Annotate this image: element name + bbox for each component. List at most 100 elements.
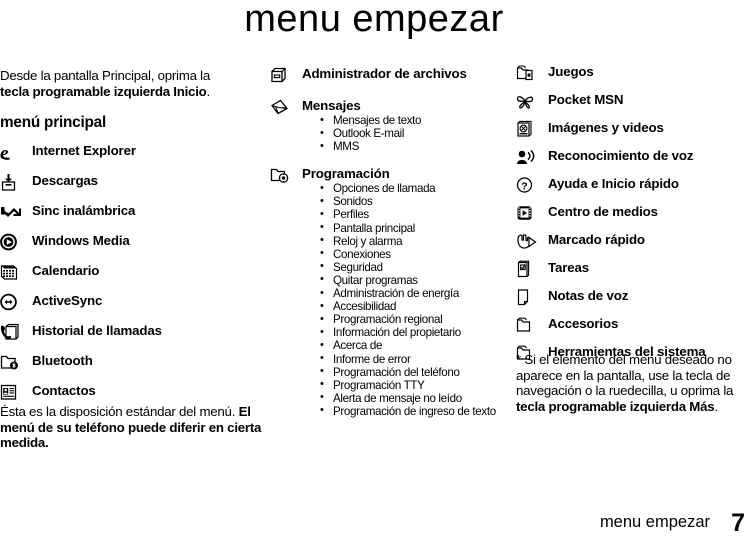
menu-item-label: Pocket MSN bbox=[548, 92, 624, 107]
intro-text-plain: Desde la pantalla Principal, oprima la bbox=[0, 68, 211, 83]
menu-item-mensajes[interactable]: Mensajes Mensajes de texto Outlook E-mai… bbox=[270, 98, 505, 153]
submenu-item[interactable]: Alerta de mensaje no leído bbox=[320, 391, 505, 405]
menu-item-label: Reconocimiento de voz bbox=[548, 148, 694, 163]
menu-item-body: Pocket MSN bbox=[548, 92, 748, 107]
submenu-item[interactable]: Quitar programas bbox=[320, 273, 505, 287]
submenu-item[interactable]: Sonidos bbox=[320, 195, 505, 209]
menu-item-internet-explorer[interactable]: e Internet Explorer bbox=[0, 143, 262, 162]
centro-de-medios-film-icon bbox=[516, 204, 538, 223]
menu-item-contactos[interactable]: Contactos bbox=[0, 383, 262, 402]
menu-item-label: Mensajes bbox=[302, 98, 361, 113]
footer-page-number: 7 bbox=[731, 509, 745, 537]
menu-item-body: Administrador de archivos bbox=[302, 66, 505, 81]
menu-item-programacion[interactable]: Programación Opciones de llamada Sonidos… bbox=[270, 166, 505, 418]
menu-item-accesorios[interactable]: Accesorios bbox=[516, 316, 748, 335]
menu-item-label: Juegos bbox=[548, 64, 594, 79]
menu-item-label: Internet Explorer bbox=[32, 143, 136, 159]
submenu-list-mensajes: Mensajes de texto Outlook E-mail MMS bbox=[320, 113, 505, 154]
closing-left-plain: Ésta es la disposición estándar del menú… bbox=[0, 404, 239, 419]
ayuda-question-icon: ? bbox=[516, 176, 538, 195]
pocket-msn-butterfly-icon bbox=[516, 92, 538, 111]
notas-de-voz-page-icon bbox=[516, 288, 538, 307]
submenu-item[interactable]: Administración de energía bbox=[320, 287, 505, 301]
menu-item-label: ActiveSync bbox=[32, 293, 103, 309]
menu-item-label: Marcado rápido bbox=[548, 232, 645, 247]
submenu-item[interactable]: Mensajes de texto bbox=[320, 113, 505, 127]
menu-item-body: Bluetooth bbox=[32, 353, 262, 368]
menu-item-historial-de-llamadas[interactable]: Historial de llamadas bbox=[0, 323, 262, 342]
menu-item-juegos[interactable]: Juegos bbox=[516, 64, 748, 83]
menu-item-tareas[interactable]: Tareas bbox=[516, 260, 748, 279]
menu-item-body: Marcado rápido bbox=[548, 232, 748, 247]
submenu-item[interactable]: Seguridad bbox=[320, 260, 505, 274]
submenu-item[interactable]: Outlook E-mail bbox=[320, 127, 505, 141]
closing-note-left: Ésta es la disposición estándar del menú… bbox=[0, 404, 262, 451]
menu-item-label: Tareas bbox=[548, 260, 589, 275]
menu-item-label: Notas de voz bbox=[548, 288, 629, 303]
imagenes-y-videos-icon bbox=[516, 120, 538, 139]
menu-item-windows-media[interactable]: Windows Media bbox=[0, 233, 262, 252]
submenu-item[interactable]: MMS bbox=[320, 140, 505, 154]
accesorios-folder-icon bbox=[516, 316, 538, 335]
menu-item-calendario[interactable]: Calendario bbox=[0, 263, 262, 282]
menu-item-notas-de-voz[interactable]: Notas de voz bbox=[516, 288, 748, 307]
submenu-item[interactable]: Programación regional bbox=[320, 313, 505, 327]
menu-item-body: Internet Explorer bbox=[32, 143, 262, 158]
menu-item-sinc-inalambrica[interactable]: Sinc inalámbrica bbox=[0, 203, 262, 222]
menu-item-label: Centro de medios bbox=[548, 204, 658, 219]
menu-item-label: Administrador de archivos bbox=[302, 66, 467, 81]
menu-item-body: Sinc inalámbrica bbox=[32, 203, 262, 218]
menu-item-administrador-de-archivos[interactable]: Administrador de archivos bbox=[270, 66, 505, 85]
submenu-list-programacion: Opciones de llamada Sonidos Perfiles Pan… bbox=[320, 182, 505, 418]
submenu-item[interactable]: Opciones de llamada bbox=[320, 182, 505, 196]
menu-item-pocket-msn[interactable]: Pocket MSN bbox=[516, 92, 748, 111]
menu-item-label: Calendario bbox=[32, 263, 100, 279]
marcado-rapido-hand-icon bbox=[516, 232, 538, 251]
menu-item-body: Mensajes Mensajes de texto Outlook E-mai… bbox=[302, 98, 505, 153]
submenu-item[interactable]: Pantalla principal bbox=[320, 221, 505, 235]
internet-explorer-icon: e bbox=[0, 143, 22, 162]
page-title: menu empezar bbox=[244, 0, 504, 40]
submenu-item[interactable]: Informe de error bbox=[320, 352, 505, 366]
mensajes-envelope-icon bbox=[270, 98, 292, 117]
submenu-item[interactable]: Programación de ingreso de texto bbox=[320, 404, 505, 418]
svg-text:?: ? bbox=[521, 181, 527, 193]
menu-item-descargas[interactable]: Descargas bbox=[0, 173, 262, 192]
right-column: Juegos Pocket MSN Imágenes y videos Reco… bbox=[516, 64, 748, 363]
middle-column: Administrador de archivos Mensajes Mensa… bbox=[270, 66, 505, 418]
historial-de-llamadas-icon bbox=[0, 323, 22, 342]
menu-item-body: Contactos bbox=[32, 383, 262, 398]
submenu-item[interactable]: Acerca de bbox=[320, 339, 505, 353]
menu-item-activesync[interactable]: ActiveSync bbox=[0, 293, 262, 312]
menu-item-reconocimiento-de-voz[interactable]: Reconocimiento de voz bbox=[516, 148, 748, 167]
intro-paragraph: Desde la pantalla Principal, oprima la t… bbox=[0, 68, 240, 99]
menu-item-label: Descargas bbox=[32, 173, 98, 189]
footnote-right: * Si el elemento del menú deseado no apa… bbox=[516, 352, 748, 414]
menu-item-marcado-rapido[interactable]: Marcado rápido bbox=[516, 232, 748, 251]
submenu-item[interactable]: Accesibilidad bbox=[320, 300, 505, 314]
intro-text-period: . bbox=[206, 83, 211, 99]
menu-item-label: Bluetooth bbox=[32, 353, 93, 369]
menu-item-label: Sinc inalámbrica bbox=[32, 203, 136, 219]
submenu-item[interactable]: Programación del teléfono bbox=[320, 365, 505, 379]
submenu-item[interactable]: Reloj y alarma bbox=[320, 234, 505, 248]
menu-item-label: Ayuda e Inicio rápido bbox=[548, 176, 679, 191]
submenu-item[interactable]: Programación TTY bbox=[320, 378, 505, 392]
menu-item-bluetooth[interactable]: Bluetooth bbox=[0, 353, 262, 372]
menu-item-label: Windows Media bbox=[32, 233, 130, 249]
page-footer: menu empezar 7 bbox=[0, 505, 748, 539]
reconocimiento-de-voz-icon bbox=[516, 148, 538, 167]
descargas-download-icon bbox=[0, 173, 22, 192]
menu-item-ayuda-e-inicio-rapido[interactable]: ? Ayuda e Inicio rápido bbox=[516, 176, 748, 195]
programacion-settings-folder-icon bbox=[270, 166, 292, 185]
menu-item-label: Accesorios bbox=[548, 316, 619, 331]
menu-item-body: Ayuda e Inicio rápido bbox=[548, 176, 748, 191]
menu-item-body: Accesorios bbox=[548, 316, 748, 331]
submenu-item[interactable]: Conexiones bbox=[320, 247, 505, 261]
intro-text-bold: tecla programable izquierda Inicio bbox=[0, 83, 207, 99]
submenu-item[interactable]: Información del propietario bbox=[320, 326, 505, 340]
left-column: Desde la pantalla Principal, oprima la t… bbox=[0, 68, 262, 402]
menu-item-centro-de-medios[interactable]: Centro de medios bbox=[516, 204, 748, 223]
menu-item-imagenes-y-videos[interactable]: Imágenes y videos bbox=[516, 120, 748, 139]
submenu-item[interactable]: Perfiles bbox=[320, 208, 505, 222]
